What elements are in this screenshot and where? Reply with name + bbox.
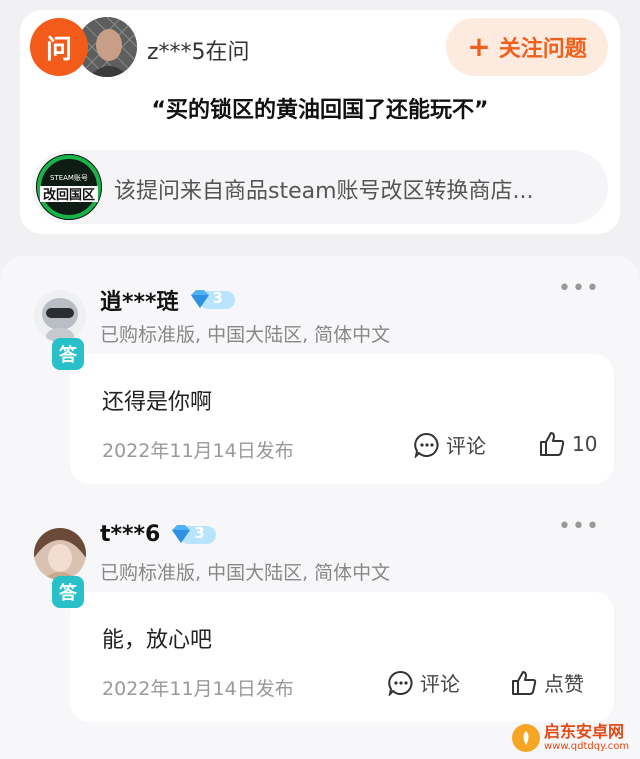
product-source-text: 该提问来自商品steam账号改区转换商店... [114, 179, 534, 204]
watermark-text: 启东安卓网 www.qdtdqy.com [544, 724, 629, 752]
comment-label: 评论 [446, 434, 486, 458]
answerer-name: 逍***琏 [100, 290, 179, 315]
thumbs-up-icon [540, 432, 565, 456]
comment-label: 评论 [420, 672, 460, 696]
purchase-info: 已购标准版, 中国大陆区, 简体中文 [100, 562, 391, 584]
ask-badge: 问 [30, 18, 88, 76]
like-button[interactable]: 点赞 [510, 668, 584, 697]
product-thumb-main-text: 改回国区 [43, 187, 95, 203]
answerer-name-row: t***6 3 [100, 522, 218, 547]
comment-icon [414, 432, 439, 458]
watermark-name: 启东安卓网 [544, 722, 625, 741]
vip-badge: 3 [187, 288, 237, 312]
like-label: 点赞 [544, 672, 584, 696]
more-options-icon[interactable]: ••• [558, 514, 600, 539]
asker-name: z***5在问 [147, 40, 250, 65]
answer-tag: 答 [52, 338, 84, 370]
like-count: 10 [572, 432, 598, 456]
answer-date: 2022年11月14日发布 [102, 678, 294, 700]
like-button[interactable]: 10 [538, 430, 597, 458]
follow-question-button[interactable]: + 关注问题 [446, 18, 608, 76]
product-thumbnail-image: STEAM账号 改回国区 [36, 154, 102, 220]
plus-icon: + [467, 30, 491, 63]
site-watermark: 启东安卓网 www.qdtdqy.com [512, 720, 640, 756]
robot-avatar-icon [34, 290, 86, 342]
answerer-name: t***6 [100, 522, 161, 547]
comment-icon [388, 670, 413, 696]
anime-avatar-icon [34, 528, 86, 580]
answer-tag: 答 [52, 576, 84, 608]
vip-level: 3 [212, 289, 223, 307]
vip-level: 3 [194, 523, 205, 542]
product-thumb-small-text: STEAM账号 [50, 173, 88, 182]
comment-button[interactable]: 评论 [414, 430, 486, 459]
answer-card: 还得是你啊 2022年11月14日发布 评论 10 [70, 354, 614, 484]
answer-text: 能，放心吧 [102, 628, 213, 653]
answerer-name-row: 逍***琏 3 [100, 284, 237, 316]
watermark-url: www.qdtdqy.com [544, 741, 630, 752]
purchase-info: 已购标准版, 中国大陆区, 简体中文 [100, 324, 391, 346]
more-options-icon[interactable]: ••• [558, 276, 600, 301]
follow-question-label: 关注问题 [498, 37, 587, 62]
thumbs-up-icon [512, 670, 537, 695]
answerer-avatar[interactable] [34, 290, 86, 342]
answer-text: 还得是你啊 [102, 390, 213, 415]
question-text: “买的锁区的黄油回国了还能玩不” [151, 98, 489, 123]
answer-card: 能，放心吧 2022年11月14日发布 评论 点赞 [70, 592, 614, 722]
comment-button[interactable]: 评论 [388, 668, 460, 697]
vip-badge: 3 [168, 523, 218, 547]
watermark-logo-icon [512, 724, 540, 752]
product-thumbnail: STEAM账号 改回国区 [36, 154, 102, 220]
diamond-icon [172, 524, 191, 543]
diamond-icon [190, 290, 209, 308]
answerer-avatar[interactable] [34, 528, 86, 580]
answer-date: 2022年11月14日发布 [102, 440, 294, 462]
product-link[interactable]: STEAM账号 改回国区 该提问来自商品steam账号改区转换商店... [32, 150, 608, 224]
